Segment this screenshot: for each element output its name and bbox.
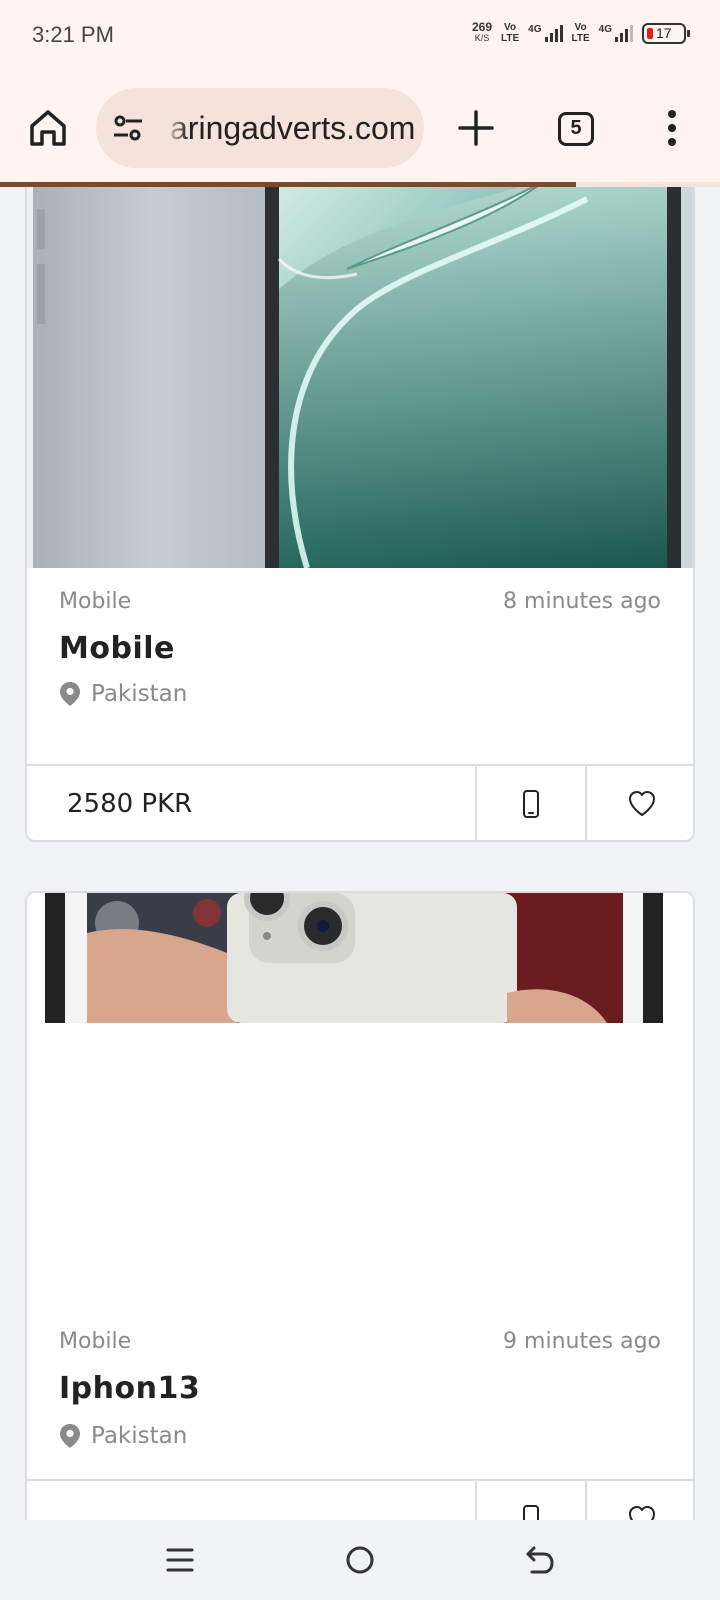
listing-actions: 2580 PKR	[27, 764, 693, 840]
status-time: 3:21 PM	[32, 22, 114, 47]
url-text: aringadverts.com	[170, 110, 416, 146]
battery-icon: 17	[642, 22, 690, 44]
location-pin-icon	[60, 682, 80, 706]
heart-icon	[629, 1506, 655, 1520]
tune-icon[interactable]	[112, 112, 144, 144]
listing-title[interactable]: Iphon13	[59, 1371, 200, 1406]
address-bar[interactable]: aringadverts.com	[96, 88, 424, 168]
volte-icon-2: Vo LTE	[571, 22, 590, 44]
plus-icon[interactable]	[456, 108, 496, 148]
listing-location: Pakistan	[59, 1423, 187, 1449]
listing-category: Mobile	[59, 589, 132, 614]
phone-icon	[523, 790, 539, 818]
listing-card[interactable]: Mobile 9 minutes ago Iphon13 Pakistan	[25, 891, 695, 1520]
listing-location: Pakistan	[59, 681, 187, 707]
listing-meta: Mobile 9 minutes ago	[59, 1329, 661, 1354]
favorite-button[interactable]	[587, 1481, 693, 1520]
listing-feed[interactable]: Mobile 8 minutes ago Mobile Pakistan 258…	[0, 187, 720, 1520]
browser-toolbar: aringadverts.com 5	[0, 72, 720, 184]
more-vert-icon[interactable]	[660, 108, 684, 148]
listing-price	[27, 1481, 477, 1520]
listing-time: 8 minutes ago	[503, 589, 661, 614]
volte-icon: Vo LTE	[501, 22, 520, 44]
listing-price: 2580 PKR	[27, 766, 477, 840]
status-bar: 3:21 PM 269 K/S Vo LTE 4G Vo LTE 4G 17	[0, 0, 720, 72]
location-pin-icon	[60, 1424, 80, 1448]
heart-icon	[629, 791, 655, 816]
listing-image[interactable]	[27, 187, 693, 568]
listing-time: 9 minutes ago	[503, 1329, 661, 1354]
listing-category: Mobile	[59, 1329, 132, 1354]
call-button[interactable]	[477, 766, 587, 840]
home-circle-icon[interactable]	[342, 1542, 378, 1578]
home-icon[interactable]	[26, 106, 70, 150]
listing-title[interactable]: Mobile	[59, 631, 175, 666]
phone-icon	[523, 1505, 539, 1520]
call-button[interactable]	[477, 1481, 587, 1520]
network-speed: 269 K/S	[471, 20, 492, 43]
signal-icon: 4G	[528, 24, 563, 42]
tab-switcher-button[interactable]: 5	[558, 112, 594, 146]
system-navigation-bar	[0, 1520, 720, 1600]
favorite-button[interactable]	[587, 766, 693, 840]
back-icon[interactable]	[522, 1542, 558, 1578]
recents-menu-icon[interactable]	[162, 1542, 198, 1578]
listing-card[interactable]: Mobile 8 minutes ago Mobile Pakistan 258…	[25, 187, 695, 842]
listing-actions	[27, 1479, 693, 1520]
listing-meta: Mobile 8 minutes ago	[59, 589, 661, 614]
signal-icon-2: 4G	[599, 24, 633, 42]
status-icons: 269 K/S Vo LTE 4G Vo LTE 4G 17	[471, 20, 690, 44]
listing-image[interactable]	[27, 893, 693, 1023]
